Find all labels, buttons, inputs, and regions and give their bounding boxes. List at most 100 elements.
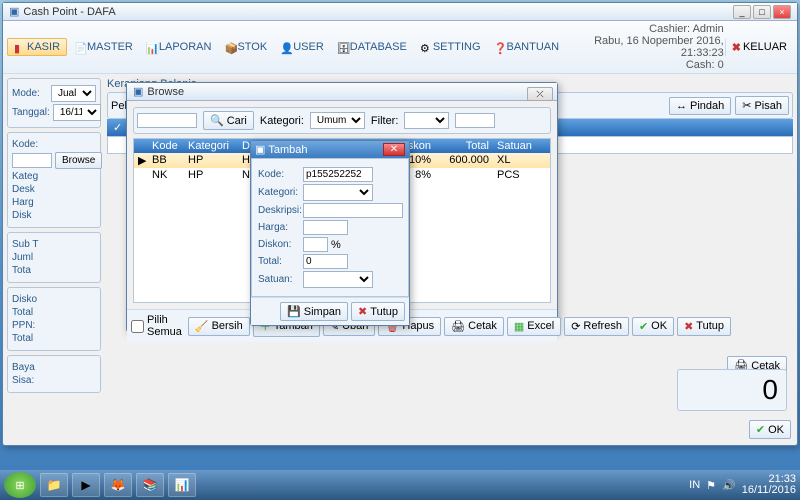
menubar: ▮KASIR 📄MASTER 📊LAPORAN 📦STOK 👤USER 🗄DAT… — [3, 21, 797, 74]
t-kategori-label: Kategori: — [258, 187, 300, 198]
close2-icon: ✖ — [358, 305, 367, 318]
browse-kategori-select[interactable]: Umum — [310, 112, 365, 129]
tray-flag-icon[interactable]: ⚑ — [706, 479, 716, 492]
browse-title: Browse — [147, 86, 551, 98]
t-kategori-select[interactable] — [303, 184, 373, 201]
minimize-button[interactable]: _ — [733, 5, 751, 19]
menu-user[interactable]: 👤USER — [274, 39, 330, 55]
maximize-button[interactable]: □ — [753, 5, 771, 19]
menu-bantuan[interactable]: ❓BANTUAN — [488, 39, 566, 55]
tanggal-select[interactable]: 16/11/2016 — [53, 104, 101, 121]
t-diskon-label: Diskon: — [258, 239, 300, 250]
cari-button[interactable]: 🔍Cari — [203, 111, 254, 130]
ok-icon: ✔ — [639, 320, 648, 333]
main-titlebar: ▣ Cash Point - DAFA _ □ × — [3, 3, 797, 21]
pisah-icon: ✂ — [742, 99, 751, 112]
t-satuan-select[interactable] — [303, 271, 373, 288]
menu-kasir-label: KASIR — [27, 41, 60, 53]
t-deskripsi-label: Deskripsi: — [258, 205, 300, 216]
pilih-semua-checkbox[interactable] — [131, 320, 144, 333]
browse-filter-select[interactable] — [404, 112, 449, 129]
browse-kategori-label: Kategori: — [260, 115, 304, 127]
print2-icon: 🖨 — [451, 320, 465, 333]
left-subtotal-label: Sub T — [12, 239, 52, 250]
browse-search-input[interactable] — [137, 113, 197, 128]
pindah-icon: ↔ — [676, 100, 687, 112]
pisah-button[interactable]: ✂Pisah — [735, 96, 789, 115]
browse-close-button[interactable]: ⤫ — [527, 87, 553, 101]
cell-kode: NK — [148, 168, 184, 182]
menu-setting[interactable]: ⚙SETTING — [414, 39, 487, 55]
status-info: Cashier: Admin Rabu, 16 Nopember 2016, 2… — [566, 23, 724, 71]
kode-input[interactable] — [12, 153, 52, 168]
mode-label: Mode: — [12, 88, 48, 99]
refresh-button[interactable]: ⟳Refresh — [564, 317, 629, 336]
keluar-x-icon: ✖ — [732, 41, 741, 54]
left-jumlah-label: Juml — [12, 252, 52, 263]
close-button[interactable]: × — [773, 5, 791, 19]
menu-laporan[interactable]: 📊LAPORAN — [140, 39, 218, 55]
pisah-label: Pisah — [754, 100, 782, 112]
task-firefox[interactable]: 🦊 — [104, 473, 132, 497]
tambah-close-button[interactable]: ✕ — [383, 143, 405, 156]
browse-filter-label: Filter: — [371, 115, 399, 127]
date-label: Rabu, 16 Nopember 2016, 21:33:23 — [566, 35, 724, 59]
tray-network-icon[interactable]: 🔊 — [722, 479, 736, 492]
start-button[interactable]: ⊞ — [4, 472, 36, 498]
cell-total: 600.000 — [435, 153, 493, 168]
left-totalakhir-label: Total — [12, 333, 52, 344]
tambah-title-icon: ▣ — [255, 143, 265, 156]
mode-select[interactable]: Jual — [51, 85, 96, 102]
task-winrar[interactable]: 📚 — [136, 473, 164, 497]
t-kode-input[interactable] — [303, 167, 373, 182]
search-icon: 🔍 — [210, 114, 224, 127]
cetak2-button[interactable]: 🖨Cetak — [444, 317, 504, 336]
lang-indicator[interactable]: IN — [689, 479, 700, 491]
browse-filter-input[interactable] — [455, 113, 495, 128]
menu-laporan-label: LAPORAN — [159, 41, 212, 53]
task-mediaplayer[interactable]: ▶ — [72, 473, 100, 497]
system-tray: IN ⚑ 🔊 21:33 16/11/2016 — [689, 474, 796, 496]
left-deskripsi-label: Desk — [12, 184, 52, 195]
cell-total — [435, 168, 493, 182]
browse-tutup-label: Tutup — [696, 320, 724, 332]
bcol-kategori: Kategori — [184, 139, 238, 153]
menu-database[interactable]: 🗄DATABASE — [331, 39, 413, 55]
task-app[interactable]: 📊 — [168, 473, 196, 497]
clock[interactable]: 21:33 16/11/2016 — [742, 474, 796, 496]
excel-button[interactable]: ▦Excel — [507, 317, 561, 336]
app-icon: ▣ — [9, 5, 19, 18]
refresh-label: Refresh — [583, 320, 622, 332]
windows-icon: ⊞ — [15, 479, 24, 492]
pindah-label: Pindah — [690, 100, 724, 112]
browse-tutup-button[interactable]: ✖Tutup — [677, 317, 731, 336]
tambah-dialog: ▣ Tambah ✕ Kode: Kategori: Deskripsi: Ha… — [250, 140, 410, 326]
bcol-total: Total — [435, 139, 493, 153]
tambah-tutup-button[interactable]: ✖Tutup — [351, 302, 405, 321]
left-total-label: Tota — [12, 265, 52, 276]
t-deskripsi-input[interactable] — [303, 203, 403, 218]
menu-bantuan-label: BANTUAN — [507, 41, 560, 53]
browse-kode-button[interactable]: Browse — [55, 152, 102, 169]
bersih-button[interactable]: 🧹Bersih — [188, 317, 250, 336]
left-panel: Mode:Jual Tanggal:16/11/2016 Kode: Brows… — [7, 78, 101, 472]
pindah-button[interactable]: ↔Pindah — [669, 97, 731, 115]
clock-date: 16/11/2016 — [742, 485, 796, 496]
browse-ok-button[interactable]: ✔OK — [632, 317, 674, 336]
main-ok-button[interactable]: ✔OK — [749, 420, 791, 439]
t-diskon-input[interactable] — [303, 237, 328, 252]
t-total-input[interactable] — [303, 254, 348, 269]
bersih-label: Bersih — [212, 320, 243, 332]
keluar-button[interactable]: ✖KELUAR — [725, 39, 793, 56]
menu-master[interactable]: 📄MASTER — [68, 39, 139, 55]
keluar-label: KELUAR — [743, 41, 787, 53]
cashier-label: Cashier: Admin — [566, 23, 724, 35]
simpan-button[interactable]: 💾Simpan — [280, 302, 348, 321]
task-explorer[interactable]: 📁 — [40, 473, 68, 497]
simpan-label: Simpan — [304, 306, 341, 318]
t-harga-input[interactable] — [303, 220, 348, 235]
menu-stok[interactable]: 📦STOK — [218, 39, 273, 55]
cash-label: Cash: 0 — [566, 59, 724, 71]
menu-kasir[interactable]: ▮KASIR — [7, 38, 67, 56]
bcol-kode: Kode — [148, 139, 184, 153]
